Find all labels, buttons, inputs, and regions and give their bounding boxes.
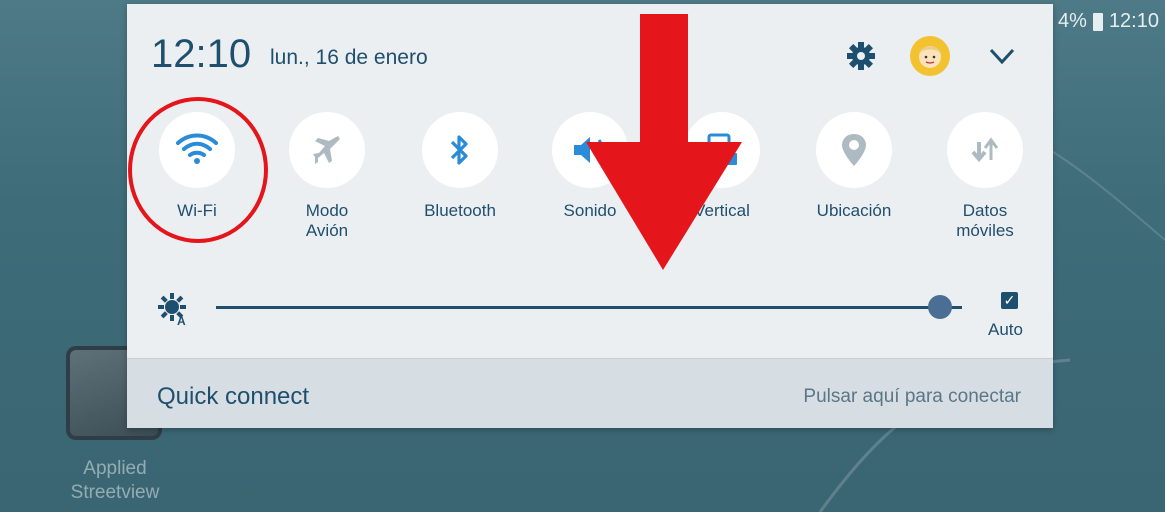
- location-icon: [842, 134, 866, 166]
- toggle-circle[interactable]: [289, 112, 365, 188]
- gear-icon[interactable]: [845, 40, 877, 72]
- quick-connect-hint: Pulsar aquí para conectar: [803, 386, 1021, 407]
- toggle-circle[interactable]: [947, 112, 1023, 188]
- toggle-circle[interactable]: [816, 112, 892, 188]
- battery-icon: [1092, 12, 1103, 31]
- toggle-label: Datos móviles: [956, 201, 1014, 240]
- toggle-rotation[interactable]: Vertical: [667, 112, 777, 221]
- toggle-label: Ubicación: [816, 201, 892, 220]
- toggle-bluetooth[interactable]: Bluetooth: [405, 112, 515, 221]
- screen: 4% 12:10 Applied Streetview 12:10 lun., …: [0, 0, 1165, 512]
- quick-connect-bar[interactable]: Quick connect Pulsar aquí para conectar: [127, 358, 1053, 428]
- toggle-label: Wi-Fi: [177, 201, 217, 220]
- toggle-circle[interactable]: [159, 112, 235, 188]
- toggle-circle[interactable]: [552, 112, 628, 188]
- applied-streetview-label: Applied Streetview: [70, 458, 160, 503]
- rotation-lock-icon: [707, 133, 737, 165]
- battery-percent: 4%: [1058, 10, 1087, 32]
- user-avatar[interactable]: [910, 36, 950, 76]
- airplane-icon: [313, 136, 340, 164]
- toggle-airplane-mode[interactable]: Modo Avión: [272, 112, 382, 241]
- toggle-circle[interactable]: [422, 112, 498, 188]
- panel-date[interactable]: lun., 16 de enero: [270, 46, 428, 70]
- notification-panel: 12:10 lun., 16 de enero Wi-Fi Modo Avión…: [127, 4, 1053, 428]
- brightness-slider[interactable]: [216, 306, 962, 309]
- status-bar: 4% 12:10: [1058, 10, 1159, 33]
- panel-header: 12:10 lun., 16 de enero: [127, 4, 1053, 104]
- quick-connect-title: Quick connect: [157, 383, 310, 410]
- mobile-data-icon: [971, 137, 999, 163]
- wifi-icon: [176, 133, 218, 164]
- toggle-mobile-data[interactable]: Datos móviles: [930, 112, 1040, 241]
- auto-brightness-checkbox[interactable]: ✓: [1001, 292, 1018, 309]
- toggle-location[interactable]: Ubicación: [799, 112, 909, 221]
- auto-brightness-label: Auto: [988, 320, 1023, 339]
- toggle-label: Vertical: [694, 201, 750, 220]
- chevron-down-icon[interactable]: [987, 44, 1017, 68]
- toggle-wifi[interactable]: Wi-Fi: [142, 112, 252, 221]
- brightness-slider-thumb[interactable]: [927, 295, 952, 319]
- toggle-label: Modo Avión: [305, 201, 349, 240]
- toggle-sound[interactable]: Sonido: [535, 112, 645, 221]
- toggle-label: Bluetooth: [424, 201, 496, 220]
- svg-text:A: A: [177, 314, 186, 326]
- sound-icon: [574, 137, 604, 163]
- bluetooth-icon: [450, 135, 468, 165]
- toggle-circle[interactable]: [684, 112, 760, 188]
- brightness-icon: A: [158, 293, 186, 326]
- panel-clock: 12:10: [151, 32, 252, 76]
- toggle-label: Sonido: [563, 201, 617, 220]
- status-time: 12:10: [1108, 10, 1159, 32]
